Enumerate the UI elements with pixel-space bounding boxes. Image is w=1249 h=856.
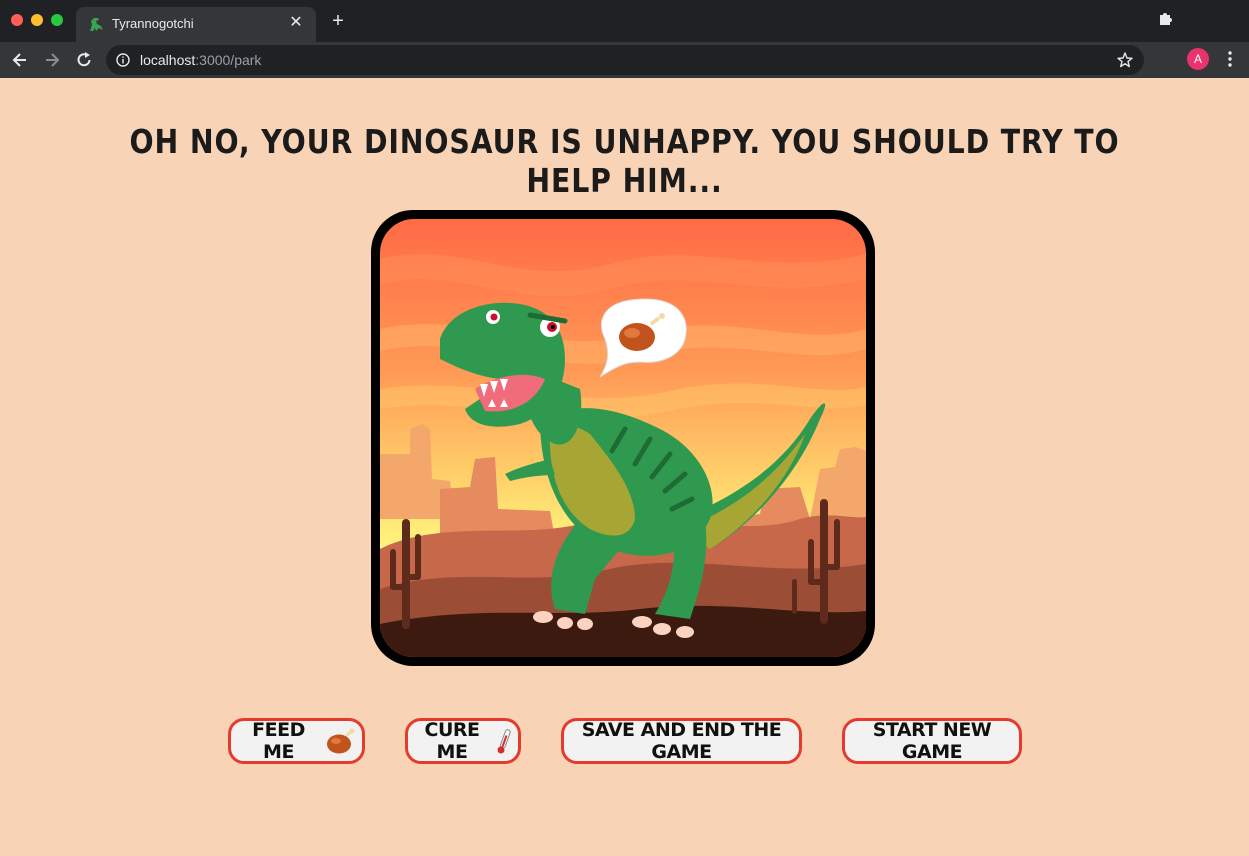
dinosaur-scene-frame <box>371 210 875 666</box>
new-tab-icon[interactable]: + <box>327 11 349 31</box>
close-window-button[interactable] <box>11 14 23 26</box>
thermometer-icon <box>497 729 511 754</box>
start-new-game-label: START NEW GAME <box>872 719 992 763</box>
maximize-window-button[interactable] <box>51 14 63 26</box>
forward-icon[interactable] <box>42 50 62 70</box>
address-bar[interactable]: localhost:3000/park <box>106 45 1144 75</box>
browser-tabbar: Tyrannogotchi ✕ + <box>0 0 1249 42</box>
cure-me-label: CURE ME <box>424 719 480 763</box>
close-tab-icon[interactable]: ✕ <box>286 13 306 33</box>
site-info-icon[interactable] <box>116 53 130 67</box>
back-icon[interactable] <box>10 50 30 70</box>
url-text: localhost:3000/park <box>140 52 262 68</box>
bookmark-star-icon[interactable] <box>1116 51 1134 69</box>
dinosaur-scene-image <box>380 219 866 657</box>
profile-avatar[interactable]: A <box>1187 48 1209 70</box>
start-new-game-button[interactable]: START NEW GAME <box>842 718 1022 764</box>
save-and-end-label: SAVE AND END THE GAME <box>581 719 782 763</box>
browser-toolbar: localhost:3000/park <box>0 42 1249 78</box>
page-headline: OH NO, YOUR DINOSAUR IS UNHAPPY. YOU SHO… <box>129 122 1120 200</box>
tab-title: Tyrannogotchi <box>112 16 194 31</box>
minimize-window-button[interactable] <box>31 14 43 26</box>
browser-menu-icon[interactable] <box>1222 50 1238 68</box>
extensions-puzzle-icon[interactable] <box>1157 9 1175 27</box>
feed-me-label: FEED ME <box>252 719 305 763</box>
feed-me-button[interactable]: FEED ME <box>228 718 365 764</box>
reload-icon[interactable] <box>74 50 94 70</box>
roast-chicken-icon <box>327 728 355 754</box>
browser-tab[interactable]: Tyrannogotchi ✕ <box>76 7 316 42</box>
dinosaur-favicon-icon <box>90 18 103 31</box>
cure-me-button[interactable]: CURE ME <box>405 718 521 764</box>
save-and-end-game-button[interactable]: SAVE AND END THE GAME <box>561 718 802 764</box>
